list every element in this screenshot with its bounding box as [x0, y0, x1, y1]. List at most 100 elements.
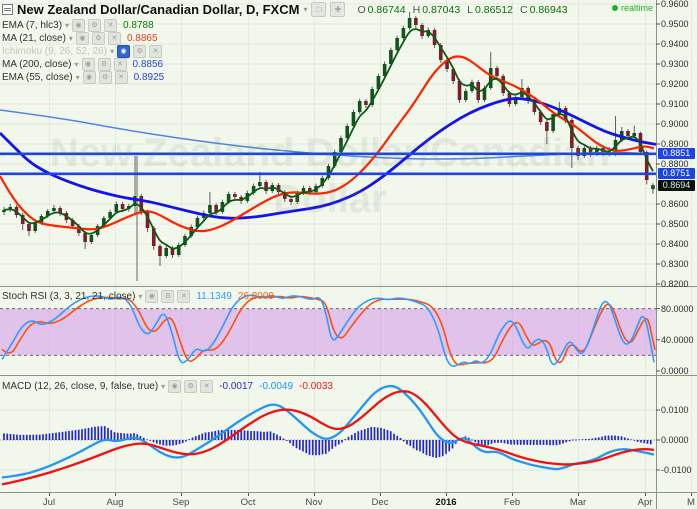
indicator-legend: EMA (7, hlc3) ▾ ◉ ⚙ ✕ 0.8788 MA (21, close) ▾ ◉ ⚙…	[2, 19, 164, 84]
macd-value-1: -0.0049	[259, 381, 294, 392]
eye-icon[interactable]: ◉	[81, 58, 95, 71]
ohlc-toggle-icon[interactable]: □	[311, 2, 327, 17]
indicator-value: 0.8925	[133, 72, 165, 83]
indicator-label[interactable]: EMA (55, close)	[2, 72, 73, 83]
gear-icon[interactable]: ⚙	[97, 58, 111, 71]
stoch-tick-label: 40.0000	[661, 334, 694, 345]
indicator-row-2: Ichimoku (9, 26, 52, 26) ▾ ◉ ⚙ ✕	[2, 45, 164, 58]
close-icon[interactable]: ✕	[114, 71, 128, 84]
chevron-down-icon[interactable]: ▾	[76, 73, 80, 82]
ohlc-item: O 0.86744	[357, 3, 406, 16]
macd-legend: MACD (12, 26, close, 9, false, true) ▾ ◉…	[2, 380, 333, 393]
price-tick-label: 0.9400	[661, 39, 689, 49]
macd-values: -0.0017 -0.0049 -0.0033	[219, 381, 333, 392]
indicator-row-0: EMA (7, hlc3) ▾ ◉ ⚙ ✕ 0.8788	[2, 19, 164, 32]
add-compare-icon[interactable]: ✚	[330, 2, 346, 17]
price-tick-label: 0.9100	[661, 99, 689, 109]
time-axis-label: Nov	[305, 497, 323, 508]
time-axis-label: M	[687, 497, 695, 508]
price-tick-label: 0.8200	[661, 279, 689, 289]
indicator-row-1: MA (21, close) ▾ ◉ ⚙ ✕ 0.8865	[2, 32, 164, 45]
indicator-row-4: EMA (55, close) ▾ ◉ ⚙ ✕ 0.8925	[2, 71, 164, 84]
chevron-down-icon[interactable]: ▾	[69, 34, 73, 43]
price-tick-label: 0.9600	[661, 0, 689, 10]
chevron-down-icon[interactable]: ▾	[74, 60, 78, 69]
stoch-d-value: 26.8009	[237, 291, 274, 302]
eye-icon[interactable]: ◉	[75, 32, 89, 45]
price-tick-label: 0.9300	[661, 59, 689, 69]
close-icon[interactable]: ✕	[107, 32, 121, 45]
price-tick-label: 0.9500	[661, 19, 689, 29]
indicator-value: 0.8788	[123, 20, 154, 31]
stoch-rsi-label[interactable]: Stoch RSI (3, 3, 21, 21, close)	[2, 291, 135, 302]
chevron-down-icon[interactable]: ▾	[303, 5, 307, 14]
macd-tick-label: 0.0000	[661, 435, 689, 445]
indicator-label[interactable]: MA (21, close)	[2, 33, 66, 44]
eye-icon[interactable]: ◉	[72, 19, 86, 32]
price-tick-label: 0.9000	[661, 119, 689, 129]
time-axis-label: Mar	[569, 497, 587, 508]
price-tick-label: 0.8400	[661, 239, 689, 249]
chevron-down-icon[interactable]: ▾	[138, 292, 142, 301]
indicator-label[interactable]: EMA (7, hlc3)	[2, 20, 62, 31]
indicator-label[interactable]: MA (200, close)	[2, 59, 71, 70]
close-icon[interactable]: ✕	[177, 290, 191, 303]
symbol-watermark: New Zealand Dollar/Canadian Dollar	[49, 131, 611, 221]
macd-tick-label: -0.0100	[661, 465, 692, 475]
eye-icon[interactable]: ◉	[145, 290, 159, 303]
macd-tick-label: 0.0100	[661, 405, 689, 415]
eye-icon[interactable]: ◉	[117, 45, 131, 58]
gear-icon[interactable]: ⚙	[98, 71, 112, 84]
indicator-label[interactable]: Ichimoku (9, 26, 52, 26)	[2, 46, 107, 57]
realtime-badge: realtime	[611, 3, 653, 13]
indicator-value: 0.8856	[132, 59, 164, 70]
price-tick-label: 0.9200	[661, 79, 689, 89]
eye-icon[interactable]: ◉	[168, 380, 182, 393]
stoch-tick-label: 0.0000	[661, 366, 689, 376]
price-tick-label: 0.8500	[661, 219, 689, 229]
ohlc-item: L 0.86512	[467, 3, 513, 16]
ohlc-values: O 0.86744 H 0.87043 L 0.86512 C 0.86943	[357, 4, 567, 16]
gear-icon[interactable]: ⚙	[184, 380, 198, 393]
stoch-tick-label: 80.0000	[661, 303, 694, 314]
eye-icon[interactable]: ◉	[82, 71, 96, 84]
close-icon[interactable]: ✕	[104, 19, 118, 32]
time-axis-label: Aug	[106, 497, 124, 508]
chevron-down-icon[interactable]: ▾	[65, 21, 69, 30]
gear-icon[interactable]: ⚙	[91, 32, 105, 45]
price-line-label: 0.8751	[658, 168, 695, 180]
time-axis-label: Apr	[637, 497, 653, 508]
price-tick-label: 0.8600	[661, 199, 689, 209]
stoch-rsi-legend: Stoch RSI (3, 3, 21, 21, close) ▾ ◉ ⚙ ✕ …	[2, 290, 274, 303]
time-axis-label: 2016	[435, 497, 457, 508]
time-axis-label: Feb	[503, 497, 521, 508]
macd-label[interactable]: MACD (12, 26, close, 9, false, true)	[2, 381, 158, 392]
time-axis-label: Sep	[172, 497, 190, 508]
chart-menu-icon[interactable]	[2, 4, 13, 15]
macd-value-2: -0.0033	[299, 381, 333, 392]
symbol-title[interactable]: New Zealand Dollar/Canadian Dollar, D, F…	[17, 2, 299, 17]
gear-icon[interactable]: ⚙	[161, 290, 175, 303]
realtime-label: realtime	[620, 3, 653, 13]
macd-value-0: -0.0017	[219, 381, 254, 392]
price-tick-label: 0.8300	[661, 259, 689, 269]
close-icon[interactable]: ✕	[149, 45, 163, 58]
time-axis-label: Jul	[42, 497, 56, 508]
last-price-label: 0.8694	[658, 179, 695, 191]
time-axis-label: Oct	[240, 497, 256, 508]
ohlc-item: C 0.86943	[519, 3, 568, 16]
trading-chart-window: New Zealand Dollar/Canadian Dollar New Z…	[0, 0, 697, 509]
chevron-down-icon[interactable]: ▾	[161, 382, 165, 391]
stoch-pane[interactable]	[0, 294, 656, 367]
close-icon[interactable]: ✕	[113, 58, 127, 71]
realtime-dot-icon	[611, 5, 618, 11]
close-icon[interactable]: ✕	[200, 380, 214, 393]
price-line-label: 0.8851	[658, 148, 695, 160]
indicator-value: 0.8865	[126, 33, 158, 44]
time-axis-label: Dec	[371, 497, 389, 508]
gear-icon[interactable]: ⚙	[133, 45, 147, 58]
chevron-down-icon[interactable]: ▾	[110, 47, 114, 56]
gear-icon[interactable]: ⚙	[88, 19, 102, 32]
stoch-band	[0, 308, 656, 356]
ohlc-item: H 0.87043	[412, 3, 461, 16]
